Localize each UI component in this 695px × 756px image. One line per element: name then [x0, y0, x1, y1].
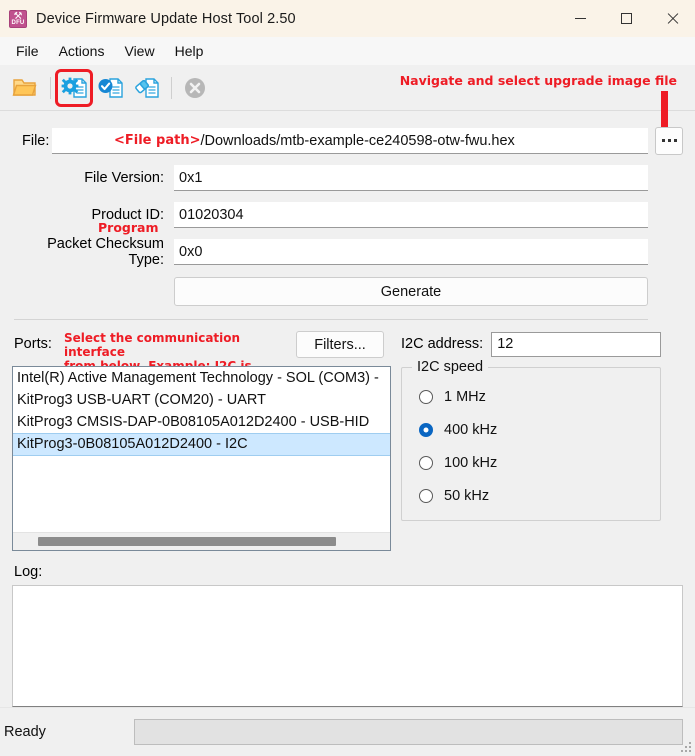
- program-button[interactable]: [55, 68, 93, 107]
- i2c-speed-group: I2C speed 1 MHz 400 kHz 100 kHz 50 kHz: [401, 359, 661, 521]
- browse-button[interactable]: [655, 127, 683, 155]
- list-item-selected[interactable]: KitProg3-0B08105A012D2400 - I2C: [13, 433, 390, 456]
- scrollbar-thumb[interactable]: [38, 537, 336, 546]
- generate-button[interactable]: Generate: [174, 277, 648, 306]
- packet-checksum-input[interactable]: 0x0: [174, 239, 648, 265]
- i2c-address-row: I2C address: 12: [401, 331, 683, 357]
- ports-list-box: Intel(R) Active Management Technology - …: [12, 366, 391, 551]
- menu-item-file[interactable]: File: [6, 40, 49, 62]
- title-bar: ⚒ DFU Device Firmware Update Host Tool 2…: [0, 0, 695, 37]
- toolbar: Navigate and select upgrade image file: [0, 65, 695, 129]
- toolbar-separator-2: [171, 76, 172, 99]
- close-icon: [666, 12, 679, 25]
- maximize-button[interactable]: [603, 0, 649, 37]
- erase-button[interactable]: [129, 71, 163, 105]
- annotation-ports-line1: Select the communication interface: [64, 331, 241, 359]
- packet-checksum-label: Packet Checksum Type:: [47, 236, 164, 268]
- i2c-speed-label: 50 kHz: [444, 487, 490, 504]
- radio-icon[interactable]: [419, 389, 433, 404]
- i2c-speed-option-100khz[interactable]: 100 kHz: [402, 446, 660, 479]
- open-file-button[interactable]: [8, 71, 42, 105]
- maximize-icon: [620, 13, 632, 24]
- open-file-icon: [12, 78, 37, 96]
- main-content: Program File: <File path>/Downloads/mtb-…: [0, 111, 695, 707]
- i2c-speed-group-label: I2C speed: [412, 359, 489, 375]
- packet-checksum-row: Packet Checksum Type: 0x0: [12, 236, 683, 268]
- list-item[interactable]: KitProg3 USB-UART (COM20) - UART: [13, 389, 390, 411]
- app-icon-glyph: ⚒: [13, 10, 23, 22]
- abort-button[interactable]: [178, 71, 212, 105]
- abort-icon: [185, 77, 205, 98]
- file-version-row: File Version: 0x1: [12, 165, 683, 191]
- generate-spacer: [12, 277, 174, 306]
- filters-button[interactable]: Filters...: [296, 331, 384, 358]
- product-id-input[interactable]: 01020304: [174, 202, 648, 228]
- log-label: Log:: [14, 564, 43, 580]
- verify-button[interactable]: [93, 71, 127, 105]
- menu-bar: File Actions View Help: [0, 37, 695, 65]
- status-text: Ready: [4, 724, 46, 740]
- file-version-label: File Version:: [84, 170, 164, 186]
- annotation-pointer-line: [661, 91, 668, 129]
- file-path-row: File: <File path>/Downloads/mtb-example-…: [12, 127, 683, 155]
- file-path-input[interactable]: <File path>/Downloads/mtb-example-ce2405…: [52, 128, 648, 154]
- list-item[interactable]: KitProg3 CMSIS-DAP-0B08105A012D2400 - US…: [13, 411, 390, 433]
- log-output[interactable]: [12, 585, 683, 707]
- resize-grip-icon[interactable]: [681, 742, 693, 754]
- ports-label: Ports:: [14, 336, 52, 352]
- ports-section: Ports: Select the communication interfac…: [12, 329, 683, 551]
- ports-horizontal-scrollbar[interactable]: [13, 532, 390, 550]
- application-window: ⚒ DFU Device Firmware Update Host Tool 2…: [0, 0, 695, 756]
- program-icon: [61, 77, 87, 98]
- ports-list[interactable]: Intel(R) Active Management Technology - …: [13, 367, 390, 532]
- menu-item-actions[interactable]: Actions: [49, 40, 115, 62]
- i2c-speed-label: 400 kHz: [444, 421, 498, 438]
- status-bar: Ready: [0, 707, 695, 756]
- ellipsis-icon: [661, 138, 677, 144]
- close-button[interactable]: [649, 0, 695, 37]
- i2c-speed-option-50khz[interactable]: 50 kHz: [402, 479, 660, 512]
- annotation-navigate: Navigate and select upgrade image file: [399, 73, 677, 88]
- menu-item-help[interactable]: Help: [165, 40, 214, 62]
- dfu-app-icon: ⚒ DFU: [9, 9, 27, 28]
- window-controls: [557, 0, 695, 37]
- minimize-icon: [574, 18, 586, 19]
- file-version-input[interactable]: 0x1: [174, 165, 648, 191]
- annotation-program: Program: [98, 220, 159, 235]
- i2c-speed-option-1mhz[interactable]: 1 MHz: [402, 380, 660, 413]
- progress-bar: [134, 719, 683, 745]
- toolbar-separator-1: [50, 76, 51, 99]
- file-path-placeholder-annotation: <File path>: [114, 132, 201, 148]
- i2c-speed-label: 100 kHz: [444, 454, 498, 471]
- radio-icon-selected[interactable]: [419, 422, 433, 437]
- generate-row: Generate: [12, 277, 683, 306]
- minimize-button[interactable]: [557, 0, 603, 37]
- file-label: File:: [22, 133, 50, 149]
- radio-icon[interactable]: [419, 455, 433, 470]
- menu-item-view[interactable]: View: [114, 40, 164, 62]
- i2c-speed-option-400khz[interactable]: 400 kHz: [402, 413, 660, 446]
- file-path-value: /Downloads/mtb-example-ce240598-otw-fwu.…: [200, 132, 515, 149]
- i2c-speed-label: 1 MHz: [444, 388, 486, 405]
- ports-header: Ports: Select the communication interfac…: [12, 329, 391, 387]
- section-divider: [14, 319, 648, 320]
- i2c-settings-panel: I2C address: 12 I2C speed 1 MHz 400 kHz: [401, 329, 683, 551]
- ports-left-column: Ports: Select the communication interfac…: [12, 329, 391, 551]
- erase-icon: [135, 77, 159, 98]
- i2c-address-input[interactable]: 12: [491, 331, 661, 357]
- list-item[interactable]: Intel(R) Active Management Technology - …: [13, 367, 390, 389]
- window-title: Device Firmware Update Host Tool 2.50: [36, 10, 296, 27]
- verify-icon: [98, 77, 123, 98]
- i2c-address-label: I2C address:: [401, 336, 484, 352]
- radio-icon[interactable]: [419, 488, 433, 503]
